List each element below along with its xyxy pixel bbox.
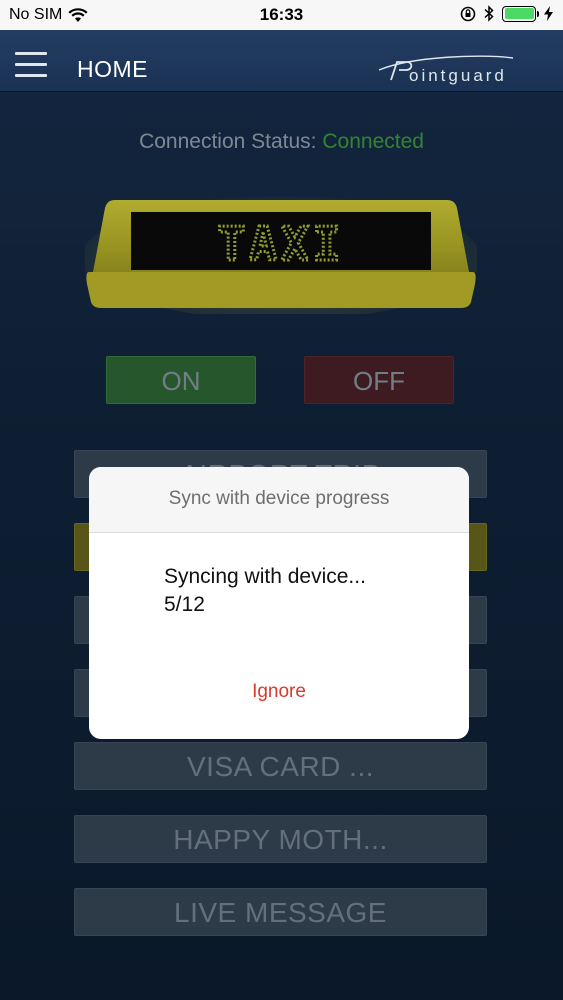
dialog-message: Syncing with device... 5/12 bbox=[164, 563, 366, 619]
charging-icon bbox=[544, 6, 553, 21]
status-right bbox=[460, 5, 553, 22]
brand-text: ointguard bbox=[409, 66, 507, 85]
battery-icon bbox=[502, 5, 539, 22]
nav-bar: HOME ointguard bbox=[0, 30, 563, 92]
page-title: HOME bbox=[77, 56, 148, 82]
dialog-title: Sync with device progress bbox=[89, 467, 469, 533]
dialog-progress-count: 5/12 bbox=[164, 593, 205, 616]
app-screen: No SIM 16:33 HOME ointguard Connection S… bbox=[0, 0, 563, 1000]
orientation-lock-icon bbox=[460, 6, 476, 21]
ignore-button[interactable]: Ignore bbox=[89, 681, 469, 703]
dialog-message-line1: Syncing with device... bbox=[164, 565, 366, 588]
brand-logo: ointguard bbox=[378, 55, 514, 85]
status-bar: No SIM 16:33 bbox=[0, 0, 563, 30]
sync-progress-dialog: Sync with device progress Syncing with d… bbox=[89, 467, 469, 739]
bluetooth-icon bbox=[484, 5, 494, 22]
hamburger-menu-icon[interactable] bbox=[15, 52, 47, 77]
